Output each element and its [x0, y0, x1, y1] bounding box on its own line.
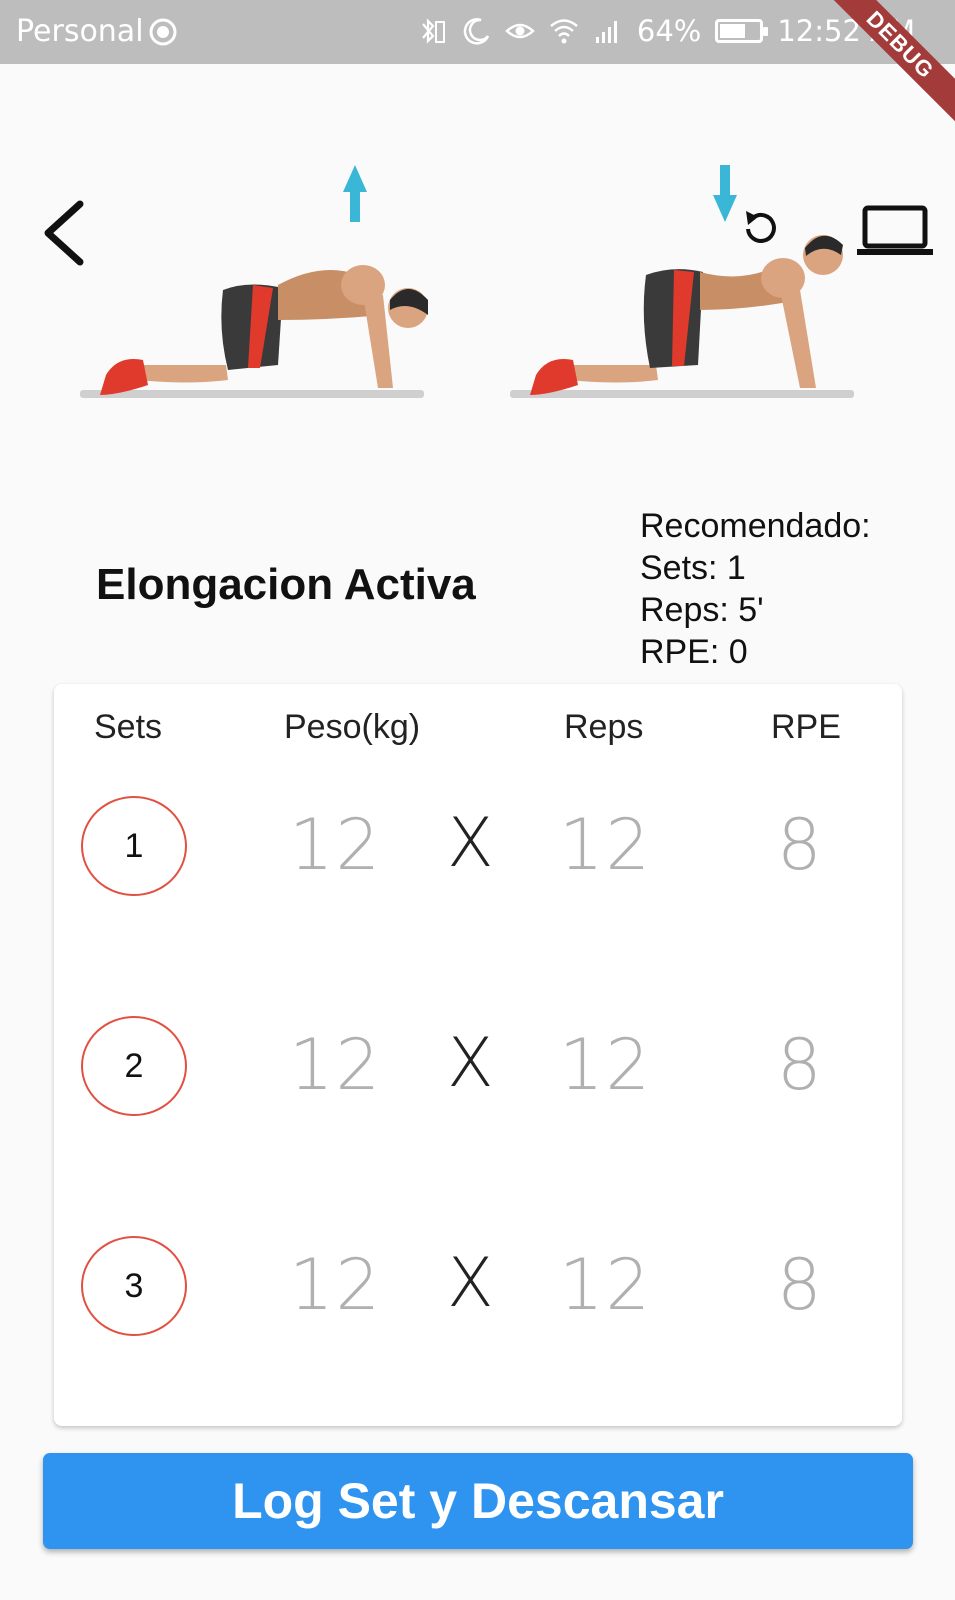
reps-input[interactable]: 12: [559, 1244, 652, 1326]
header-rpe: RPE: [771, 708, 841, 746]
reps-input[interactable]: 12: [559, 1024, 652, 1106]
status-left: Personal: [16, 14, 178, 49]
rpe-input[interactable]: 8: [777, 1024, 824, 1106]
times-separator: X: [447, 1244, 494, 1323]
set-row-2: 2 12 X 12 8: [54, 1016, 902, 1126]
profile-label: Personal: [16, 14, 144, 49]
battery-percent: 64%: [636, 14, 702, 48]
bluetooth-battery-icon: [422, 18, 445, 44]
work-profile-icon: [149, 18, 177, 45]
set-row-1: 1 12 X 12 8: [54, 796, 902, 906]
do-not-disturb-moon-icon: [463, 18, 490, 45]
weight-input[interactable]: 12: [289, 804, 382, 886]
log-set-rest-button[interactable]: Log Set y Descansar: [43, 1453, 913, 1549]
set-row-3: 3 12 X 12 8: [54, 1236, 902, 1346]
exercise-illustration-end: [510, 165, 854, 398]
battery-fill: [720, 24, 745, 38]
set-number-button[interactable]: 2: [81, 1016, 187, 1116]
set-number-button[interactable]: 1: [81, 796, 187, 896]
weight-input[interactable]: 12: [289, 1024, 382, 1106]
set-log-card: Sets Peso(kg) Reps RPE 1 12 X 12 8 2 12 …: [54, 684, 902, 1426]
status-bar: Personal 64% 12:52 AM: [0, 0, 955, 64]
recommended-sets: Sets: 1: [640, 549, 746, 587]
arrow-up-icon: [343, 165, 367, 222]
recommended-rpe: RPE: 0: [640, 633, 748, 671]
header-sets: Sets: [94, 708, 163, 746]
times-separator: X: [447, 804, 494, 883]
recommended-reps: Reps: 5': [640, 591, 764, 629]
recommended-heading: Recomendado:: [640, 507, 871, 545]
exercise-illustration-start: [80, 165, 428, 398]
replay-icon[interactable]: [738, 205, 784, 251]
arrow-down-icon: [713, 165, 737, 222]
signal-icon: [595, 21, 617, 43]
exercise-title: Elongacion Activa: [96, 560, 476, 609]
status-right: 64% 12:52 AM: [417, 14, 915, 48]
laptop-icon[interactable]: [855, 205, 935, 260]
header-weight: Peso(kg): [284, 708, 421, 746]
rpe-input[interactable]: 8: [777, 1244, 824, 1326]
set-number-button[interactable]: 3: [81, 1236, 187, 1336]
recommended-block: Recomendado: Sets: 1 Reps: 5' RPE: 0: [640, 505, 871, 673]
times-separator: X: [447, 1024, 494, 1103]
rpe-input[interactable]: 8: [777, 804, 824, 886]
wifi-icon: [550, 19, 578, 44]
eye-comfort-icon: [505, 23, 535, 39]
battery-icon: [715, 19, 769, 43]
reps-input[interactable]: 12: [559, 804, 652, 886]
weight-input[interactable]: 12: [289, 1244, 382, 1326]
header-reps: Reps: [564, 708, 644, 746]
